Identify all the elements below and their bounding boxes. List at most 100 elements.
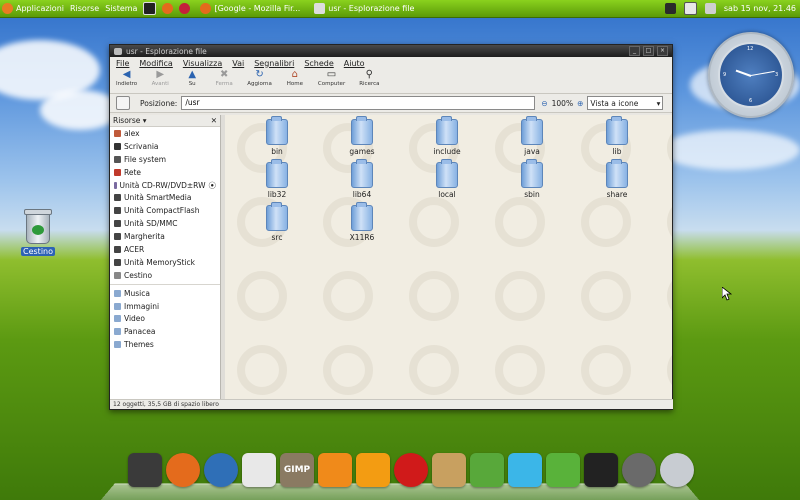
file-item[interactable]: local [417,159,477,199]
window-titlebar[interactable]: usr - Esplorazione file _ □ × [110,45,672,57]
system-menu[interactable]: Sistema [105,4,137,13]
edit-location-icon[interactable] [116,96,130,110]
sidebar-place-item[interactable]: Margherita [110,230,220,243]
thunderbird-icon[interactable] [204,453,238,487]
file-item[interactable]: include [417,116,477,156]
zoom-out-icon[interactable]: ⊖ [541,99,547,108]
network-globe-icon[interactable] [622,453,656,487]
window-body: Risorse ▾ ✕ alex Scrivania File system Rete… [110,115,672,399]
volume-tray-icon[interactable] [704,3,716,14]
menu-help[interactable]: Aiuto [344,59,365,68]
sidebar-place-item[interactable]: Unità SmartMedia [110,191,220,204]
eject-icon[interactable]: ⦿ [209,180,217,191]
drive-icon [114,220,121,228]
sidebar-place-item[interactable]: Unità CompactFlash [110,204,220,217]
sidebar-place-item[interactable]: Rete [110,166,220,179]
computer-button[interactable]: ▭ Computer [318,70,345,88]
toolbar: ◀ Indietro ▶ Avanti ▲ Su ✖ Ferma ↻ Aggiorna ⌂… [110,69,672,94]
system-monitor-icon[interactable] [128,453,162,487]
firefox-icon[interactable] [166,453,200,487]
taskbar-item-file-browser[interactable]: usr - Esplorazione file [310,1,418,16]
folder-icon [314,3,326,14]
folder-icon [114,302,121,310]
sidebar-bookmark-item[interactable]: Panacea [110,325,220,338]
folder-icon [606,116,628,145]
reload-button[interactable]: ↻ Aggiorna [247,70,272,88]
gimp-icon[interactable]: GIMP [280,453,314,487]
zoom-in-icon[interactable]: ⊕ [577,99,583,108]
menu-go[interactable]: Vai [232,59,244,68]
view-mode-select[interactable]: Vista a icone ▾ [587,96,664,110]
sidebar-place-item[interactable]: ACER [110,243,220,256]
sidebar-bookmark-item[interactable]: Musica [110,287,220,300]
file-item[interactable]: lib [587,116,647,156]
sidebar-bookmark-item[interactable]: Video [110,312,220,325]
menu-edit[interactable]: Modifica [139,59,172,68]
sidebar-bookmark-item[interactable]: Immagini [110,300,220,313]
desktop-trash[interactable]: Cestino [18,209,58,256]
sidebar-place-item[interactable]: Scrivania [110,140,220,153]
up-button[interactable]: ▲ Su [183,70,201,88]
sidebar-place-item[interactable]: Unità CD-RW/DVD±RW ⦿ [110,179,220,192]
file-item[interactable]: sbin [502,159,562,199]
file-item[interactable]: X11R6 [332,202,392,242]
file-label: games [349,147,375,156]
places-menu[interactable]: Risorse [70,4,99,13]
datetime[interactable]: sab 15 nov, 21.46 [724,4,796,13]
close-button[interactable]: × [657,46,668,56]
menu-file[interactable]: File [116,59,129,68]
debian-launcher-icon[interactable] [179,3,191,14]
screen-tray-icon[interactable] [683,2,697,15]
sidebar-place-item[interactable]: Unità MemoryStick [110,256,220,269]
home-button[interactable]: ⌂ Home [286,70,304,88]
minimize-button[interactable]: _ [629,46,640,56]
calc-icon[interactable] [546,453,580,487]
writer-icon[interactable] [508,453,542,487]
back-button[interactable]: ◀ Indietro [116,70,137,88]
folder-icon [436,116,458,145]
file-item[interactable]: share [587,159,647,199]
applications-menu[interactable]: Applicazioni [0,3,64,14]
file-item[interactable]: games [332,116,392,156]
terminal-launcher-icon[interactable] [143,2,157,15]
vlc-cone-icon[interactable] [356,453,390,487]
sidebar-place-item[interactable]: File system [110,153,220,166]
terminal-icon[interactable] [584,453,618,487]
taskbar-item-firefox[interactable]: [Google - Mozilla Fir... [196,1,304,16]
media-player-icon[interactable] [394,453,428,487]
file-item[interactable]: bin [247,116,307,156]
zoom-level[interactable]: 100% [552,99,573,108]
network-icon [114,168,121,176]
menu-tabs[interactable]: Schede [304,59,333,68]
network-tray-icon[interactable] [664,3,676,14]
sidebar-type-select[interactable]: Risorse ▾ [113,116,147,125]
file-item[interactable]: lib32 [247,159,307,199]
file-view[interactable]: bin games include java lib lib32 lib64 local sbi… [225,115,672,399]
firefox-launcher-icon[interactable] [162,3,174,14]
sidebar-place-item[interactable]: alex [110,127,220,140]
stop-button[interactable]: ✖ Ferma [215,70,233,88]
menu-bookmarks[interactable]: Segnalibri [254,59,294,68]
ubuntu-logo-pattern [667,197,672,247]
sidebar-place-item[interactable]: Cestino [110,269,220,282]
file-item[interactable]: src [247,202,307,242]
file-item[interactable]: lib64 [332,159,392,199]
archive-icon[interactable] [432,453,466,487]
menu-view[interactable]: Visualizza [183,59,222,68]
maximize-button[interactable]: □ [643,46,654,56]
vlc-icon[interactable] [318,453,352,487]
office-icon[interactable] [470,453,504,487]
sidebar-place-item[interactable]: Unità SD/MMC [110,217,220,230]
weather-icon[interactable] [660,453,694,487]
mail-envelope-icon[interactable] [242,453,276,487]
drive-icon [114,207,121,215]
sidebar-place-item-label: ACER [124,244,145,254]
sidebar-bookmark-item-label: Immagini [124,301,160,311]
sidebar-bookmark-item[interactable]: Themes [110,338,220,351]
forward-button[interactable]: ▶ Avanti [151,70,169,88]
search-button[interactable]: ⚲ Ricerca [359,70,379,88]
file-browser-window: usr - Esplorazione file _ □ × File Modif… [109,44,673,410]
file-item[interactable]: java [502,116,562,156]
sidebar-close-icon[interactable]: ✕ [211,116,217,125]
location-input[interactable] [181,96,536,110]
